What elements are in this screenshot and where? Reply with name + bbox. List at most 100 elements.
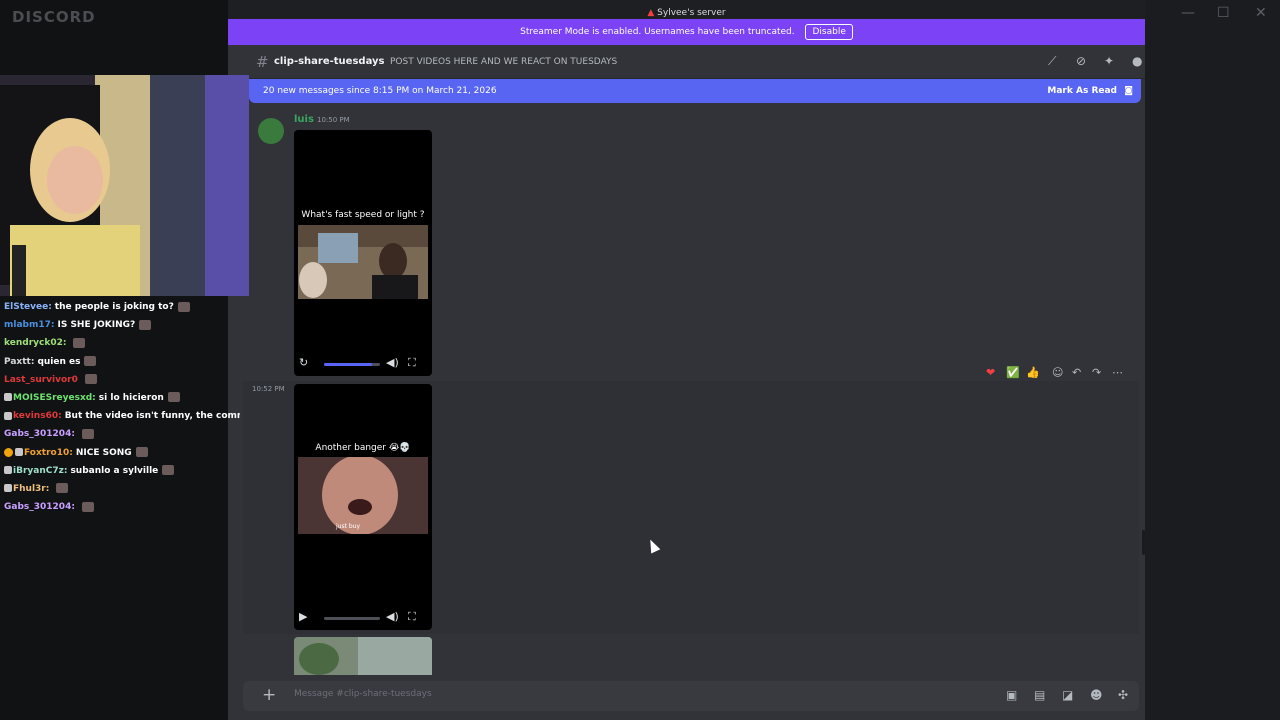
pin-icon[interactable]: ✦ [1104, 54, 1114, 68]
member-list-icon[interactable]: ● [1132, 54, 1142, 68]
screen: DISCORD ElStevee: the people is joking to… [0, 0, 1280, 720]
emote-icon [84, 374, 97, 385]
chat-text: IS SHE JOKING? [57, 320, 136, 331]
chat-text: quien es [37, 356, 81, 367]
chat-username: kendryck02: [4, 338, 67, 349]
badge-icon [4, 466, 12, 475]
video-frame: just buy [298, 455, 428, 535]
emote-icon [56, 483, 69, 494]
video-progress-fill [324, 363, 372, 366]
mute-bell-icon[interactable]: ⊘ [1076, 54, 1086, 68]
chat-text: But the video isn't funny, the commer [64, 411, 240, 422]
emote-icon [139, 319, 152, 330]
badge-icon [4, 411, 12, 420]
emote-icon [135, 447, 148, 457]
streamer-mode-message: Streamer Mode is enabled. Usernames have… [520, 27, 795, 37]
new-messages-text: 20 new messages since 8:15 PM on March 2… [263, 86, 497, 96]
chat-username: Fhul3r: [13, 483, 50, 494]
chat-message: MOISESreyesxd: si lo hicieron [0, 389, 240, 407]
fullscreen-icon[interactable]: ⛶ [408, 356, 416, 370]
new-messages-bar[interactable]: 20 new messages since 8:15 PM on March 2… [249, 79, 1141, 103]
chat-username: iBryanC7z: [13, 465, 68, 476]
title-bar: ▲ Sylvee's server [228, 0, 1145, 19]
message-author[interactable]: luis [294, 114, 314, 125]
server-icon: ▲ [647, 8, 655, 18]
chat-message: Gabs_301204: [0, 498, 240, 516]
add-attachment-icon[interactable]: + [262, 685, 276, 705]
gif-icon[interactable]: ▤ [1034, 688, 1045, 702]
badge-icon [4, 393, 12, 402]
discord-logo: DISCORD [12, 8, 96, 26]
chat-username: Foxtro10: [24, 447, 73, 458]
reply-icon[interactable]: ↶ [1072, 366, 1081, 379]
streamer-mode-banner: Streamer Mode is enabled. Usernames have… [228, 19, 1145, 45]
scrollbar[interactable] [1142, 530, 1145, 555]
video-caption: What's fast speed or light ? [301, 210, 425, 220]
chat-username: Gabs_301204: [4, 502, 75, 513]
video-attachment[interactable]: What's fast speed or light ? ↻ ◀) ⛶ [294, 130, 432, 376]
emote-icon [162, 465, 175, 476]
chat-username: MOISESreyesxd: [13, 392, 96, 403]
more-options-icon[interactable]: ⋯ [1112, 366, 1123, 379]
maximize-icon[interactable]: ☐ [1217, 5, 1230, 21]
close-icon[interactable]: ✕ [1255, 5, 1267, 21]
channel-topic: POST VIDEOS HERE AND WE REACT ON TUESDAY… [390, 57, 618, 67]
channel-view: # clip-share-tuesdays POST VIDEOS HERE A… [228, 45, 1145, 720]
apps-icon[interactable]: ✣ [1118, 688, 1128, 702]
chat-message: Paxtt: quien es [0, 353, 240, 371]
hashtag-icon: # [256, 53, 269, 71]
webcam-overlay [0, 75, 249, 296]
chat-message: mlabm17: IS SHE JOKING? [0, 316, 240, 334]
emote-icon [73, 337, 86, 348]
chat-username: mlabm17: [4, 320, 55, 331]
replay-icon[interactable]: ↻ [299, 356, 308, 369]
window-controls: — ☐ ✕ [1145, 0, 1280, 30]
video-progress-track[interactable] [324, 617, 380, 620]
gift-icon[interactable]: ▣ [1006, 688, 1017, 702]
chat-message: kevins60: But the video isn't funny, the … [0, 407, 240, 425]
thumbsup-reaction-icon[interactable]: 👍 [1026, 366, 1040, 379]
disable-streamer-mode-button[interactable]: Disable [805, 23, 853, 40]
video-progress-track[interactable] [324, 363, 380, 366]
channel-name: clip-share-tuesdays [274, 56, 385, 67]
emote-icon [81, 501, 94, 512]
chat-username: Last_survivor0 [4, 374, 78, 385]
image-attachment[interactable] [294, 637, 432, 675]
emoji-icon[interactable]: ☻ [1090, 688, 1103, 702]
minimize-icon[interactable]: — [1181, 5, 1195, 21]
video-subcaption: just buy [336, 523, 361, 530]
volume-icon[interactable]: ◀) [386, 356, 399, 369]
chat-message: ElStevee: the people is joking to? [0, 298, 240, 316]
video-caption: Another banger 😭💀 [315, 443, 411, 453]
channel-header: # clip-share-tuesdays POST VIDEOS HERE A… [228, 45, 1145, 79]
emote-icon [167, 392, 180, 403]
check-reaction-icon[interactable]: ✅ [1006, 366, 1020, 379]
mark-as-read-button[interactable]: Mark As Read [1047, 79, 1117, 103]
chat-message: iBryanC7z: subanlo a sylville [0, 462, 240, 480]
threads-icon[interactable]: ⟋ [1048, 54, 1056, 69]
heart-reaction-icon[interactable]: ❤ [986, 366, 995, 379]
play-icon[interactable]: ▶ [299, 610, 307, 623]
volume-icon[interactable]: ◀) [386, 610, 399, 623]
chat-text: si lo hicieron [98, 392, 164, 403]
badge-icon [4, 484, 12, 493]
emote-icon [177, 301, 190, 312]
chat-username: Gabs_301204: [4, 429, 75, 440]
message-timestamp: 10:52 PM [252, 385, 285, 393]
avatar[interactable] [258, 118, 284, 144]
sticker-icon[interactable]: ◪ [1062, 688, 1073, 702]
fullscreen-icon[interactable]: ⛶ [408, 610, 416, 624]
chat-message: Gabs_301204: [0, 425, 240, 443]
message-input[interactable] [294, 689, 894, 699]
chat-message: Fhul3r: [0, 480, 240, 498]
server-name: ▲ Sylvee's server [647, 8, 726, 18]
chat-text: the people is joking to? [54, 302, 174, 312]
mark-read-icon: ◙ [1124, 86, 1133, 96]
video-attachment[interactable]: Another banger 😭💀 just buy ▶ ◀) ⛶ [294, 384, 432, 630]
chat-message: Foxtro10: NICE SONG [0, 444, 240, 462]
forward-icon[interactable]: ↷ [1092, 366, 1101, 379]
chat-message: Last_survivor0 [0, 371, 240, 389]
badge-icon [4, 447, 13, 457]
add-reaction-icon[interactable]: ☺ [1052, 366, 1063, 379]
message-timestamp: 10:50 PM [317, 116, 350, 124]
